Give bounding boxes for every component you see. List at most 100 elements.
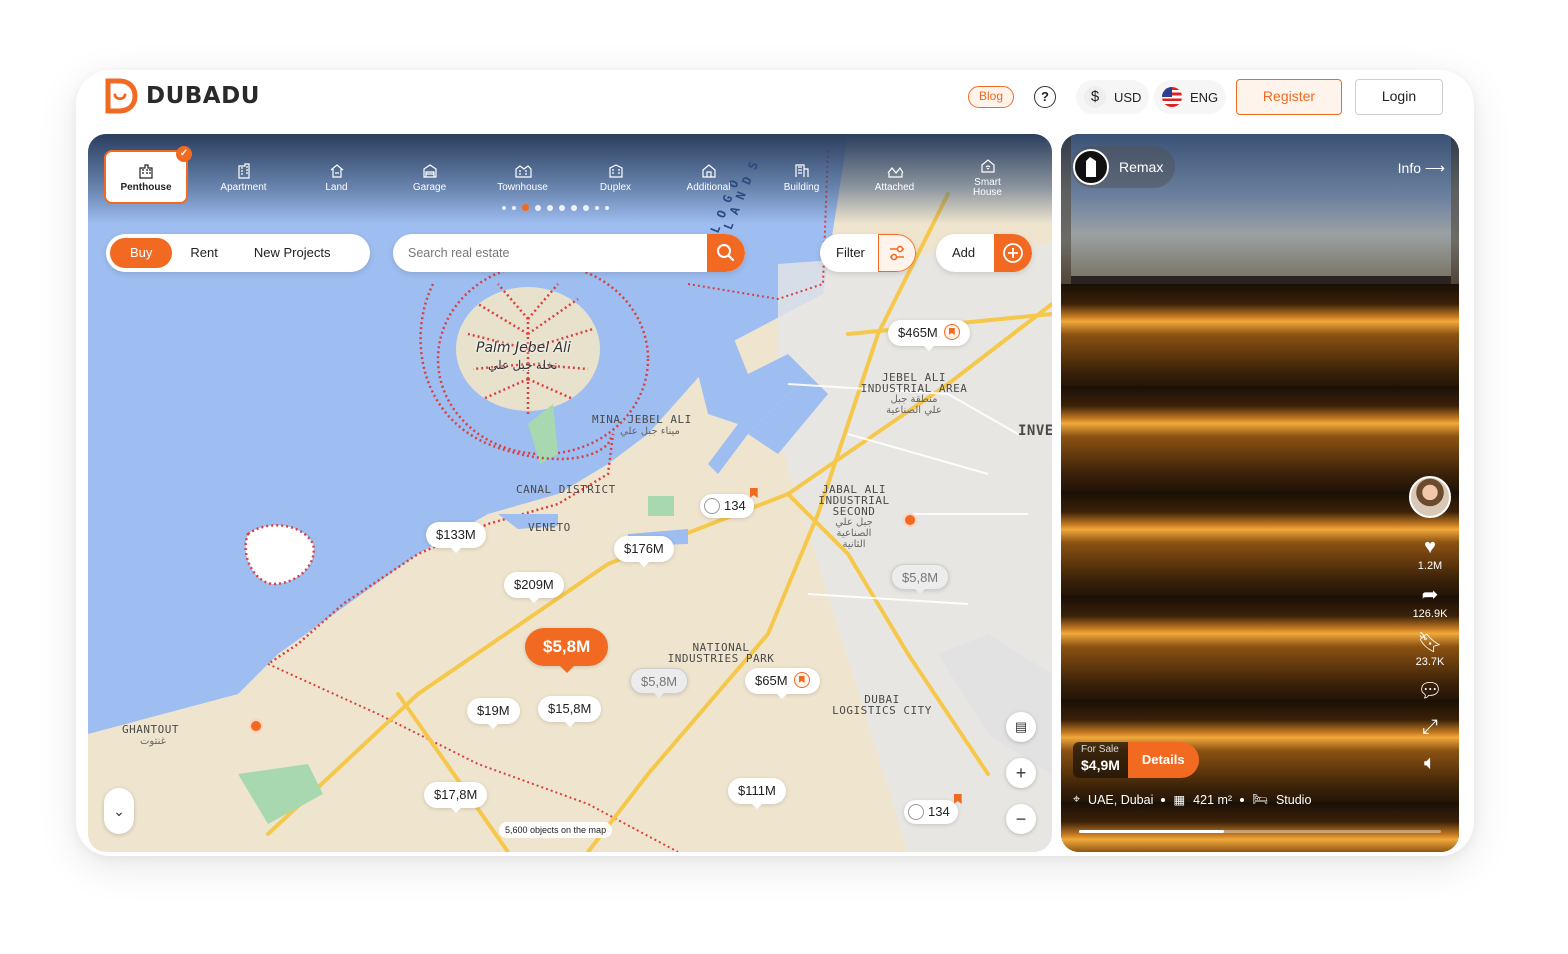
price-pin[interactable]: $111M [728, 778, 786, 809]
info-link[interactable]: Info ⟶ [1398, 160, 1445, 177]
location-text: UAE, Dubai [1088, 792, 1154, 807]
page-dot[interactable] [547, 204, 553, 211]
category-label: Land [325, 182, 348, 193]
category-building[interactable]: Building [755, 150, 848, 204]
cluster-pin[interactable]: 134 [700, 488, 758, 518]
save-action[interactable]: 🔖︎ 23.7K [1416, 632, 1445, 668]
heart-icon: ♥ [1424, 536, 1436, 558]
price-pin[interactable]: $176M [614, 536, 674, 567]
price-info: For Sale $4,9M [1073, 742, 1128, 778]
duplex-icon [608, 164, 623, 178]
add-listing-button[interactable]: Add [936, 234, 1032, 272]
category-label: Building [783, 182, 820, 193]
category-bar: Penthouse ✓ Apartment Land Garage Townhouse Du… [104, 146, 1034, 204]
location-pin-icon [908, 804, 924, 820]
category-attached[interactable]: Attached [848, 150, 941, 204]
price-pin[interactable]: $209M [504, 572, 564, 603]
area-text: 421 m² [1193, 792, 1233, 807]
map-panel[interactable]: Palm Jebel Ali نخلة جبل علي MINA JEBEL A… [88, 134, 1052, 852]
townhouse-icon [514, 165, 532, 178]
for-sale-label: For Sale [1081, 744, 1119, 755]
currency-selector[interactable]: $ USD [1076, 80, 1150, 114]
help-icon[interactable]: ? [1034, 86, 1056, 108]
share-action[interactable]: ➦ 126.9K [1413, 584, 1448, 620]
zoom-in-button[interactable]: + [1006, 758, 1036, 788]
chevron-double-down-icon[interactable]: ⌄ [104, 788, 134, 834]
selected-price-pin[interactable]: $5,8M [525, 628, 609, 673]
price-pin-visited[interactable]: $5,8M [630, 668, 689, 698]
price-pin-visited[interactable]: $5,8M [891, 564, 950, 594]
register-button[interactable]: Register [1236, 79, 1342, 115]
bookmark-icon [793, 672, 810, 688]
page-dot[interactable] [595, 205, 599, 210]
video-progress-bar[interactable] [1079, 830, 1441, 833]
search-input[interactable] [393, 234, 706, 272]
page-dot-active[interactable] [522, 204, 529, 211]
penthouse-icon [139, 164, 153, 179]
bookmark-icon [943, 324, 960, 340]
sound-action[interactable]: 🔈︎ [1424, 752, 1436, 776]
listing-price-box: For Sale $4,9M Details [1073, 742, 1199, 778]
palm-jebel-ali-arabic-label: نخلة جبل علي [488, 358, 558, 372]
like-action[interactable]: ♥ 1.2M [1418, 536, 1442, 572]
industries-park-line: INDUSTRIES PARK [667, 652, 775, 665]
video-progress-fill [1079, 830, 1224, 833]
price-pin[interactable]: $65M [745, 668, 820, 699]
category-duplex[interactable]: Duplex [569, 150, 662, 204]
dollar-icon: $ [1084, 86, 1106, 108]
buy-tab[interactable]: Buy [110, 238, 173, 268]
comment-action[interactable]: 💬︎ [1417, 680, 1442, 704]
category-townhouse[interactable]: Townhouse [476, 150, 569, 204]
cluster-count: 134 [724, 498, 746, 513]
new-projects-tab[interactable]: New Projects [236, 238, 349, 268]
details-button[interactable]: Details [1127, 742, 1199, 778]
fullscreen-action[interactable]: ⤢ [1422, 716, 1438, 740]
ghantout-arabic-label: غنتوت [140, 736, 166, 747]
category-land[interactable]: Land [290, 150, 383, 204]
national-industries-park-label: NATIONAL INDUSTRIES PARK [664, 642, 778, 664]
search-bar [393, 234, 745, 272]
category-label: Townhouse [497, 182, 548, 193]
blog-link[interactable]: Blog [968, 86, 1015, 108]
location-icon: ⌖ [1073, 792, 1081, 806]
brand-logo[interactable]: DUBADU [104, 78, 260, 114]
page-dot[interactable] [512, 205, 516, 210]
comment-icon: 💬︎ [1417, 680, 1443, 702]
jabal-arabic-line-2: الصناعية [836, 528, 872, 539]
agent-avatar[interactable] [1409, 476, 1451, 518]
page-dot[interactable] [605, 205, 609, 210]
cluster-pin[interactable]: 134 [904, 794, 962, 824]
category-penthouse[interactable]: Penthouse ✓ [104, 146, 192, 204]
category-smart-house[interactable]: Smart House [941, 150, 1034, 204]
rent-tab[interactable]: Rent [172, 238, 235, 268]
price-pin[interactable]: $133M [426, 522, 486, 553]
property-video-panel[interactable]: Remax Info ⟶ ♥ 1.2M ➦ 126.9K 🔖︎ 23.7K 💬︎ ⤢ … [1061, 134, 1459, 852]
price-pin[interactable]: $17,8M [424, 782, 488, 813]
page-dot[interactable] [583, 204, 589, 211]
login-button[interactable]: Login [1355, 79, 1443, 115]
price-value: $65M [755, 673, 788, 688]
search-button[interactable] [707, 234, 745, 272]
agency-badge[interactable]: Remax [1071, 146, 1176, 188]
page-dot[interactable] [559, 204, 565, 211]
video-actions: ♥ 1.2M ➦ 126.9K 🔖︎ 23.7K 💬︎ ⤢ 🔈︎ [1409, 476, 1451, 788]
filter-button[interactable]: Filter [820, 234, 916, 272]
location-dot[interactable] [249, 719, 263, 733]
industrial-area-line: INDUSTRIAL AREA [860, 382, 968, 395]
category-additional[interactable]: Additional [662, 150, 755, 204]
page-dot[interactable] [502, 205, 506, 210]
stair-step [1061, 802, 1459, 852]
zoom-out-button[interactable]: − [1006, 804, 1036, 834]
category-label: Penthouse [120, 182, 172, 193]
agency-avatar [1073, 149, 1109, 185]
category-apartment[interactable]: Apartment [197, 150, 290, 204]
location-dot[interactable] [903, 513, 917, 527]
price-pin[interactable]: $465M [888, 320, 970, 351]
price-pin[interactable]: $19M [467, 698, 520, 729]
price-pin[interactable]: $15,8M [538, 696, 602, 727]
page-dot[interactable] [571, 204, 577, 211]
category-garage[interactable]: Garage [383, 150, 476, 204]
page-dot[interactable] [535, 204, 541, 211]
language-selector[interactable]: ENG [1154, 80, 1227, 114]
map-layers-icon[interactable]: ▤ [1006, 712, 1036, 742]
